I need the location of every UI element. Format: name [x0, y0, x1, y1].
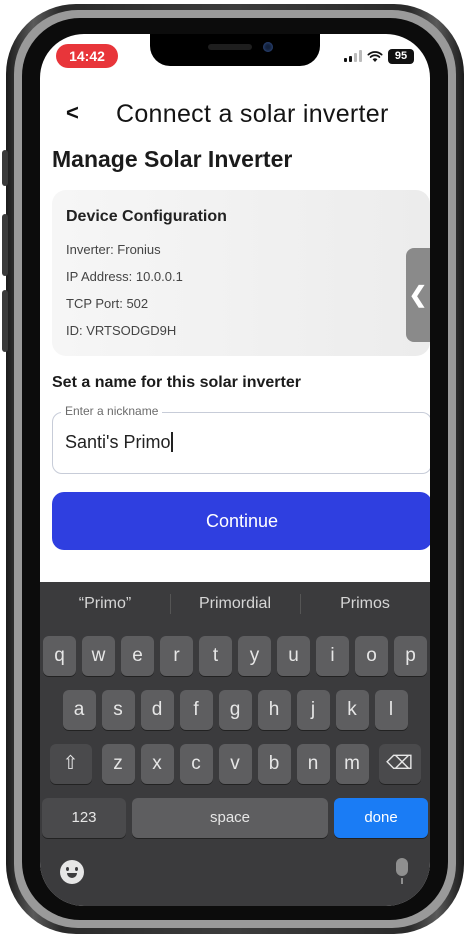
keyboard-row-2: a s d f g h j k l [40, 690, 430, 730]
back-button[interactable]: < [66, 100, 79, 126]
navigation-bar: < Connect a solar inverter [40, 98, 430, 138]
nickname-label: Set a name for this solar inverter [52, 374, 301, 391]
emoji-icon[interactable] [60, 860, 84, 884]
device-config-title: Device Configuration [66, 208, 227, 225]
nickname-text: Santi's Primo [65, 432, 171, 452]
device-id: ID: VRTSODGD9H [66, 323, 177, 338]
wifi-icon [367, 50, 383, 62]
keyboard-row-3: ⇧ z x c v b n m ⌫ [40, 744, 430, 784]
key-z[interactable]: z [101, 744, 135, 784]
key-i[interactable]: i [316, 636, 349, 676]
cellular-signal-icon [344, 50, 362, 62]
key-j[interactable]: j [296, 690, 330, 730]
device-configuration-card: Device Configuration Inverter: Fronius I… [52, 190, 430, 356]
nickname-input[interactable]: Enter a nickname Santi's Primo [52, 404, 430, 474]
key-n[interactable]: n [296, 744, 330, 784]
side-drawer-tab[interactable]: ❮ [406, 248, 430, 342]
suggestion-item[interactable]: “Primo” [40, 582, 170, 626]
keyboard-bottom-bar [40, 852, 430, 892]
numbers-key[interactable]: 123 [42, 798, 126, 838]
key-m[interactable]: m [335, 744, 369, 784]
key-h[interactable]: h [257, 690, 291, 730]
key-x[interactable]: x [140, 744, 174, 784]
nickname-placeholder: Enter a nickname [61, 404, 163, 418]
suggestion-item[interactable]: Primos [300, 582, 430, 626]
key-a[interactable]: a [62, 690, 96, 730]
key-p[interactable]: p [394, 636, 427, 676]
space-key[interactable]: space [132, 798, 328, 838]
tcp-port: TCP Port: 502 [66, 296, 149, 311]
status-time: 14:42 [56, 44, 118, 68]
key-b[interactable]: b [257, 744, 291, 784]
delete-key[interactable]: ⌫ [378, 744, 421, 784]
key-s[interactable]: s [101, 690, 135, 730]
nickname-value: Santi's Primo [65, 432, 174, 453]
key-t[interactable]: t [199, 636, 232, 676]
key-d[interactable]: d [140, 690, 174, 730]
continue-button[interactable]: Continue [52, 492, 430, 550]
done-key[interactable]: done [334, 798, 428, 838]
notch [150, 34, 320, 66]
suggestion-bar: “Primo” Primordial Primos [40, 582, 430, 626]
battery-indicator: 95 [388, 48, 414, 64]
volume-down-button [2, 290, 8, 352]
key-e[interactable]: e [121, 636, 154, 676]
volume-up-button [2, 214, 8, 276]
suggestion-item[interactable]: Primordial [170, 582, 300, 626]
key-w[interactable]: w [82, 636, 115, 676]
key-c[interactable]: c [179, 744, 213, 784]
text-cursor [171, 432, 174, 452]
key-g[interactable]: g [218, 690, 252, 730]
key-y[interactable]: y [238, 636, 271, 676]
shift-key[interactable]: ⇧ [49, 744, 92, 784]
ip-address: IP Address: 10.0.0.1 [66, 269, 183, 284]
key-v[interactable]: v [218, 744, 252, 784]
key-u[interactable]: u [277, 636, 310, 676]
key-r[interactable]: r [160, 636, 193, 676]
on-screen-keyboard: “Primo” Primordial Primos q w e r t y u … [40, 582, 430, 906]
speaker-grille [208, 44, 252, 50]
phone-screen: 14:42 95 < Connect a solar inverter Mana… [40, 34, 430, 906]
mute-switch [2, 150, 8, 186]
section-title: Manage Solar Inverter [52, 146, 293, 172]
nav-title: Connect a solar inverter [116, 100, 389, 128]
phone-frame: 14:42 95 < Connect a solar inverter Mana… [0, 0, 470, 940]
key-o[interactable]: o [355, 636, 388, 676]
microphone-icon[interactable] [396, 858, 408, 884]
status-indicators: 95 [344, 47, 414, 65]
key-l[interactable]: l [374, 690, 408, 730]
front-camera [263, 42, 273, 52]
inverter-brand: Inverter: Fronius [66, 242, 161, 257]
keyboard-row-1: q w e r t y u i o p [40, 636, 430, 676]
key-k[interactable]: k [335, 690, 369, 730]
key-q[interactable]: q [43, 636, 76, 676]
key-f[interactable]: f [179, 690, 213, 730]
keyboard-row-4: 123 space done [40, 798, 430, 838]
